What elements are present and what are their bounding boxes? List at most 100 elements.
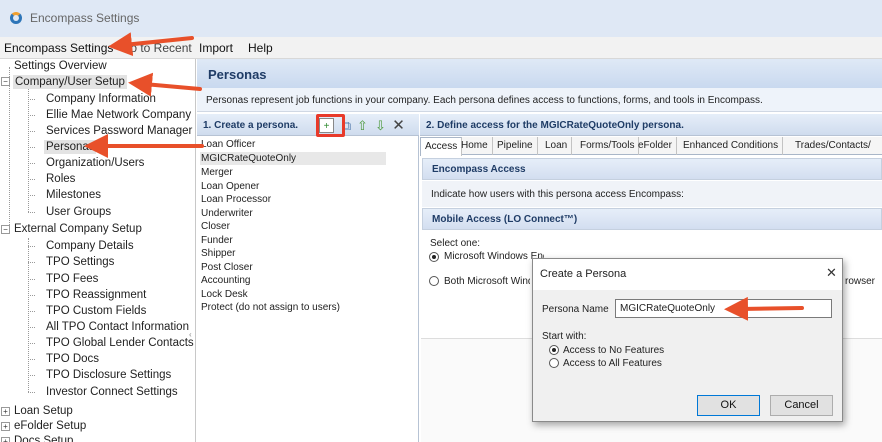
persona-name-input[interactable]: MGICRateQuoteOnly [615,299,832,318]
no-features-label: Access to No Features [563,345,665,356]
tree-item-tpo-fees[interactable]: TPO Fees [46,272,98,286]
dialog-title: Create a Persona [540,268,627,280]
tab-pipeline[interactable]: Pipeline [493,137,538,155]
radio-windows-and-browser[interactable] [429,276,439,286]
tree-line [28,179,35,180]
tree-line [28,246,35,247]
tree-line [28,311,35,312]
persona-item[interactable]: Loan Officer [200,138,386,151]
tree-item-loan-setup[interactable]: Loan Setup [14,404,73,418]
access-panel-header: 2. Define access for the MGICRateQuoteOn… [420,114,882,136]
move-down-icon[interactable]: ⇩ [373,118,388,133]
tree-line [28,147,35,148]
persona-item[interactable]: Underwriter [200,207,386,220]
move-up-icon[interactable]: ⇧ [355,118,370,133]
persona-item[interactable]: Protect (do not assign to users) [200,301,386,314]
encompass-access-text: Indicate how users with this persona acc… [431,189,684,200]
tree-item-company-user-setup[interactable]: Company/User Setup [13,75,127,89]
tree-item-tpo-settings[interactable]: TPO Settings [46,255,114,269]
persona-item[interactable]: Funder [200,234,386,247]
tree-item-tpo-docs[interactable]: TPO Docs [46,352,99,366]
tab-forms-tools[interactable]: Forms/Tools [576,137,640,155]
radio-no-features[interactable] [549,345,559,355]
tree-item-company-details[interactable]: Company Details [46,239,134,253]
mobile-access-title: Mobile Access (LO Connect™) [432,214,578,225]
tab-loan[interactable]: Loan [541,137,573,155]
tree-line [28,295,35,296]
radio-all-features[interactable] [549,358,559,368]
tree-line [28,327,35,328]
tree-item-settings-overview[interactable]: Settings Overview [14,59,107,73]
persona-item[interactable]: Merger [200,166,386,179]
option-windows-browser-label: Both Microsoft Windows Encompass Client … [444,276,530,287]
start-with-label: Start with: [542,331,587,342]
persona-item[interactable]: Shipper [200,247,386,260]
expand-icon[interactable]: + [1,437,10,442]
encompass-logo-icon [10,12,22,24]
persona-item[interactable]: Lock Desk [200,288,386,301]
tree-item-investor-connect-settings[interactable]: Investor Connect Settings [46,385,178,399]
tab-home[interactable]: Home [457,137,493,155]
tree-item-organization-users[interactable]: Organization/Users [46,156,144,170]
tree-item-efolder-setup[interactable]: eFolder Setup [14,419,86,433]
encompass-access-title: Encompass Access [432,164,526,175]
tree-item-tpo-disclosure-settings[interactable]: TPO Disclosure Settings [46,368,171,382]
persona-item[interactable]: Closer [200,220,386,233]
persona-item-selected[interactable]: MGICRateQuoteOnly [200,152,386,165]
collapse-icon[interactable]: − [1,225,10,234]
tree-line [9,67,10,233]
tree-item-tpo-global-lender-contacts[interactable]: TPO Global Lender Contacts [46,336,194,350]
title-bar: Encompass Settings [0,0,882,37]
tab-efolder[interactable]: eFolder [634,137,677,155]
menu-encompass-settings[interactable]: Encompass Settings [4,41,113,55]
cancel-button[interactable]: Cancel [770,395,833,416]
description-text: Personas represent job functions in your… [206,95,763,106]
tree-item-user-groups[interactable]: User Groups [46,205,111,219]
ok-button[interactable]: OK [697,395,760,416]
radio-windows-client[interactable] [429,252,439,262]
persona-item[interactable]: Loan Processor [200,193,386,206]
persona-panel-title: 1. Create a persona. [203,120,299,131]
tree-line [28,99,35,100]
tree-item-tpo-reassignment[interactable]: TPO Reassignment [46,288,146,302]
tree-item-external-company-setup[interactable]: External Company Setup [14,222,142,236]
encompass-access-row: Indicate how users with this persona acc… [422,181,882,207]
menu-import[interactable]: Import [199,41,233,55]
collapse-icon[interactable]: − [1,77,10,86]
tree-item-all-tpo-contact-information[interactable]: All TPO Contact Information [46,320,189,334]
expand-icon[interactable]: + [1,407,10,416]
tab-enhanced-conditions[interactable]: Enhanced Conditions [679,137,784,155]
dialog-body: Persona Name MGICRateQuoteOnly Start wit… [533,290,842,421]
persona-item[interactable]: Loan Opener [200,180,386,193]
tab-access[interactable]: Access [420,137,463,156]
tree-item-services-password-manager[interactable]: Services Password Manager [46,124,192,138]
page-header: Personas [197,59,882,88]
persona-item[interactable]: Post Closer [200,261,386,274]
highlight-box-annotation [316,114,345,137]
tree-item-ellie-mae-network-company[interactable]: Ellie Mae Network Company [46,108,191,122]
option-browser-label-tail: rowser [845,276,876,287]
tree-line [28,115,35,116]
tree-item-company-information[interactable]: Company Information [46,92,156,106]
tab-trades-contacts[interactable]: Trades/Contacts/ [791,137,875,155]
delete-icon[interactable]: ✕ [391,118,406,133]
persona-item[interactable]: Accounting [200,274,386,287]
tree-line [28,195,35,196]
tree-item-milestones[interactable]: Milestones [46,188,101,202]
tree-line [28,88,29,212]
tree-item-roles[interactable]: Roles [46,172,75,186]
menu-help[interactable]: Help [248,41,273,55]
tree-line [28,392,35,393]
tree-line [28,343,35,344]
select-one-label: Select one: [430,238,481,249]
tree-line [28,262,35,263]
menu-go-to-recent[interactable]: Go to Recent [121,41,192,55]
expand-icon[interactable]: + [1,422,10,431]
all-features-label: Access to All Features [563,358,662,369]
tree-line [28,375,35,376]
splitter-handle-icon[interactable]: ‹ [189,330,193,340]
close-icon[interactable]: ✕ [826,265,837,281]
tree-item-personas[interactable]: Personas [44,140,96,154]
tree-item-docs-setup[interactable]: Docs Setup [14,434,73,442]
tree-item-tpo-custom-fields[interactable]: TPO Custom Fields [46,304,146,318]
